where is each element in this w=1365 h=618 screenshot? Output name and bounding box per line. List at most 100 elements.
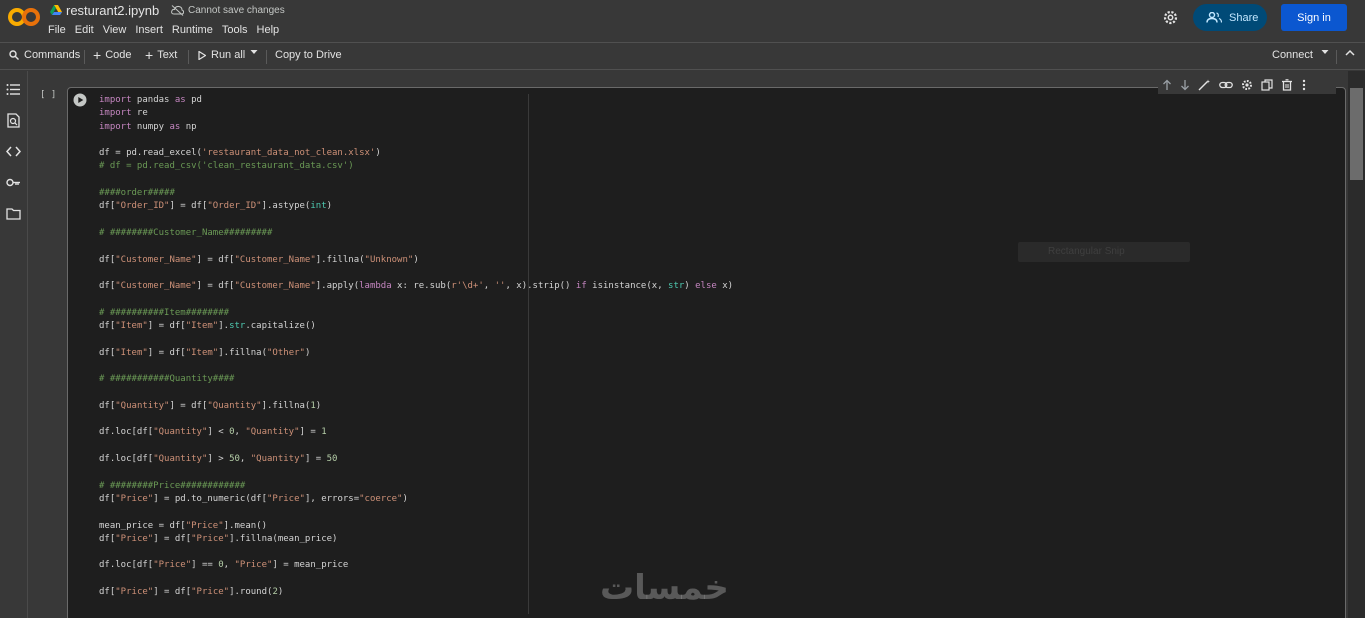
- code-line: import re: [99, 108, 148, 119]
- cloud-off-icon: [171, 5, 184, 16]
- watermark-logo: خمسات: [600, 568, 729, 608]
- connect-button[interactable]: Connect: [1272, 49, 1313, 61]
- code-line: # ########Customer_Name#########: [99, 227, 273, 238]
- chevron-up-icon: [1345, 49, 1355, 56]
- delete-icon[interactable]: [1281, 79, 1293, 91]
- code-label: Code: [105, 49, 132, 61]
- toolbar-divider: [1336, 50, 1337, 64]
- run-cell-icon[interactable]: [73, 93, 87, 107]
- toolbar-divider: [84, 50, 85, 64]
- cell-execution-count: [ ]: [40, 90, 57, 100]
- settings-gear-icon[interactable]: [1162, 9, 1179, 26]
- plus-icon: +: [145, 47, 154, 63]
- menu-help[interactable]: Help: [257, 24, 280, 36]
- run-all-button[interactable]: Run all: [198, 49, 245, 61]
- more-options-icon[interactable]: [1301, 79, 1307, 91]
- collapse-header-button[interactable]: [1345, 49, 1355, 56]
- scrollbar-thumb[interactable]: [1350, 88, 1363, 180]
- run-all-dropdown[interactable]: [250, 49, 258, 55]
- people-icon: [1206, 12, 1222, 23]
- code-line: df["Customer_Name"] = df["Customer_Name"…: [99, 281, 734, 292]
- code-line: mean_price = df["Price"].mean(): [99, 520, 267, 531]
- code-line: import pandas as pd: [99, 95, 202, 105]
- code-line: df = pd.read_excel('restaurant_data_not_…: [99, 148, 381, 159]
- code-line: df["Quantity"] = df["Quantity"].fillna(1…: [99, 400, 322, 411]
- mirror-cell-icon[interactable]: [1261, 79, 1273, 91]
- find-replace-icon[interactable]: [6, 113, 21, 128]
- folder-icon[interactable]: [6, 206, 21, 221]
- secrets-key-icon[interactable]: [6, 175, 21, 190]
- menu-insert[interactable]: Insert: [135, 24, 163, 36]
- connect-label: Connect: [1272, 49, 1313, 61]
- code-line: # ###########Quantity####: [99, 374, 235, 385]
- colab-window: resturant2.ipynb Cannot save changes Fil…: [0, 0, 1365, 618]
- commands-button[interactable]: Commands: [9, 49, 80, 61]
- text-label: Text: [157, 49, 178, 61]
- menu-edit[interactable]: Edit: [75, 24, 94, 36]
- sign-in-button[interactable]: Sign in: [1281, 4, 1347, 31]
- code-line: df["Customer_Name"] = df["Customer_Name"…: [99, 254, 419, 265]
- link-icon[interactable]: [1219, 80, 1233, 90]
- move-up-icon[interactable]: [1162, 79, 1172, 91]
- menu-file[interactable]: File: [48, 24, 66, 36]
- chevron-down-icon: [250, 50, 258, 54]
- plus-icon: +: [93, 47, 102, 63]
- left-sidebar: [0, 71, 28, 618]
- code-line: # ########Price############: [99, 480, 246, 491]
- add-code-button[interactable]: + Code: [93, 47, 132, 63]
- menu-bar: File Edit View Insert Runtime Tools Help: [48, 24, 288, 36]
- add-text-button[interactable]: + Text: [145, 47, 178, 63]
- menu-runtime[interactable]: Runtime: [172, 24, 213, 36]
- code-editor[interactable]: import pandas as pd import re import numpy…: [99, 94, 733, 599]
- play-icon: [198, 50, 206, 60]
- code-line: df["Order_ID"] = df["Order_ID"].astype(i…: [99, 201, 333, 212]
- code-line: df["Item"] = df["Item"].str.capitalize(): [99, 321, 316, 332]
- notebook-title[interactable]: resturant2.ipynb: [66, 3, 159, 18]
- run-all-label: Run all: [211, 49, 246, 61]
- code-snippets-icon[interactable]: [6, 144, 21, 159]
- commands-label: Commands: [24, 49, 81, 61]
- toolbar-divider: [266, 50, 267, 64]
- menu-view[interactable]: View: [103, 24, 127, 36]
- colab-logo-icon[interactable]: [8, 6, 40, 28]
- header: resturant2.ipynb Cannot save changes Fil…: [0, 0, 1365, 42]
- drive-icon: [50, 5, 62, 15]
- code-line: # ##########Item########: [99, 307, 230, 318]
- share-button[interactable]: Share: [1193, 4, 1267, 31]
- toolbar: Commands + Code + Text Run all Copy to D…: [0, 42, 1365, 70]
- search-icon: [9, 50, 19, 60]
- code-line: df.loc[df["Quantity"] > 50, "Quantity"] …: [99, 454, 338, 465]
- cell-toolbar: [1158, 76, 1336, 94]
- table-of-contents-icon[interactable]: [6, 82, 21, 97]
- code-line: import numpy as np: [99, 121, 197, 132]
- code-line: # df = pd.read_csv('clean_restaurant_dat…: [99, 161, 354, 172]
- chevron-down-icon: [1321, 50, 1329, 54]
- share-label: Share: [1229, 11, 1259, 24]
- code-line: df["Price"] = df["Price"].fillna(mean_pr…: [99, 533, 338, 544]
- move-down-icon[interactable]: [1180, 79, 1190, 91]
- magic-wand-icon[interactable]: [1198, 79, 1211, 91]
- save-status: Cannot save changes: [188, 5, 285, 16]
- code-line: df.loc[df["Quantity"] < 0, "Quantity"] =…: [99, 427, 327, 438]
- rectangular-snip-overlay: Rectangular Snip: [1018, 242, 1190, 262]
- code-line: ####order#####: [99, 188, 175, 199]
- cell-settings-icon[interactable]: [1241, 79, 1253, 91]
- copy-to-drive-button[interactable]: Copy to Drive: [275, 49, 342, 61]
- toolbar-divider: [188, 50, 189, 64]
- menu-tools[interactable]: Tools: [222, 24, 248, 36]
- connect-dropdown[interactable]: [1321, 49, 1329, 55]
- code-line: df["Item"] = df["Item"].fillna("Other"): [99, 347, 311, 358]
